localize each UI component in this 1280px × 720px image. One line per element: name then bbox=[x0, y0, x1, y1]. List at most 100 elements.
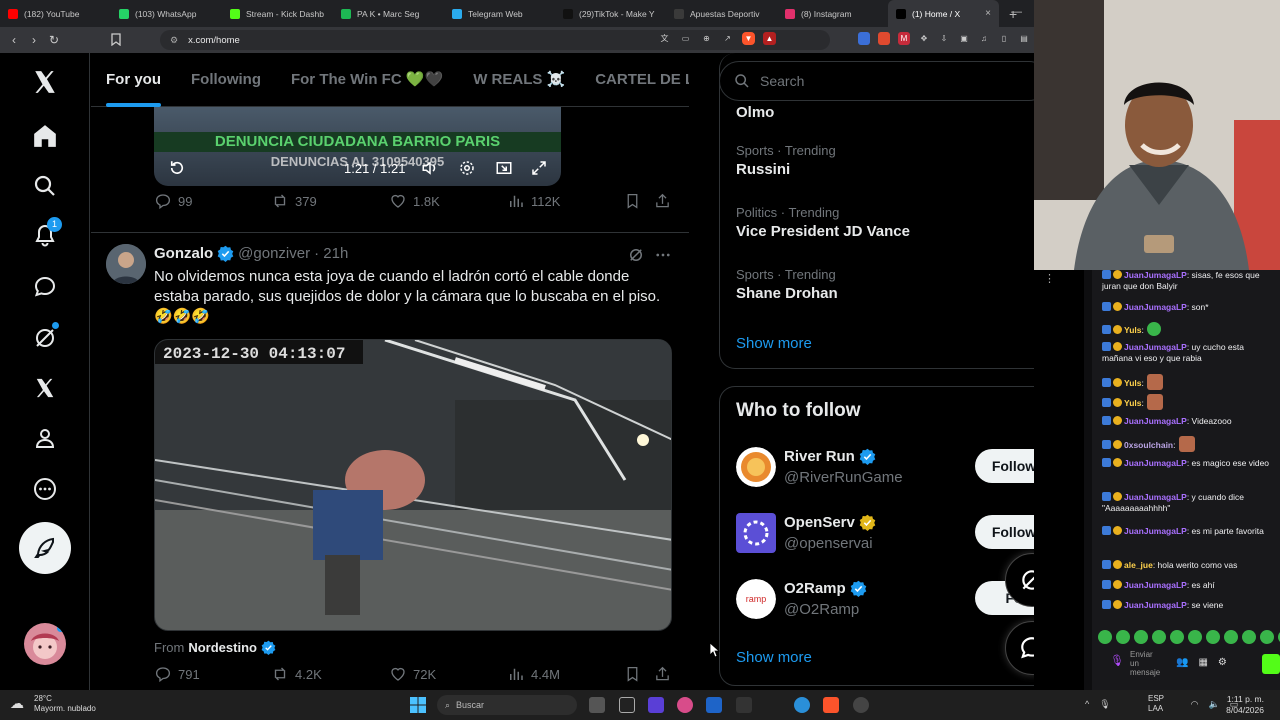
store-icon[interactable]: ▦ bbox=[1198, 657, 1207, 668]
chat-username[interactable]: 0xsoulchain bbox=[1124, 440, 1173, 450]
explore-search-icon[interactable] bbox=[30, 171, 60, 201]
extension-puzzle-icon[interactable]: ✥ bbox=[918, 32, 930, 45]
forward-icon[interactable]: › bbox=[24, 33, 44, 47]
views-button[interactable]: 112K bbox=[507, 192, 560, 210]
replay-icon[interactable] bbox=[168, 156, 186, 180]
browser-tab[interactable]: PA K • Marc Seg bbox=[333, 0, 444, 27]
follow-button[interactable]: Follow bbox=[975, 449, 1034, 483]
views-button[interactable]: 4.4M bbox=[507, 665, 560, 683]
browser-tab[interactable]: (103) WhatsApp bbox=[111, 0, 222, 27]
browser-tab[interactable]: Stream - Kick Dashb bbox=[222, 0, 333, 27]
download-icon[interactable]: ⇩ bbox=[938, 32, 950, 45]
repost-button[interactable]: 4.2K bbox=[271, 665, 322, 683]
emote-icon[interactable] bbox=[1098, 630, 1112, 644]
extension-m-icon[interactable]: M bbox=[898, 32, 910, 45]
chat-username[interactable]: ale_jue bbox=[1124, 560, 1153, 570]
bookmark-icon[interactable] bbox=[110, 33, 122, 46]
extension-blue-icon[interactable] bbox=[858, 32, 870, 45]
repost-button[interactable]: 379 bbox=[271, 192, 317, 210]
emote-icon[interactable] bbox=[1170, 630, 1184, 644]
bookmark-button[interactable] bbox=[624, 192, 641, 210]
emote-icon[interactable] bbox=[1206, 630, 1220, 644]
share-button[interactable] bbox=[654, 665, 671, 683]
system-clock[interactable]: 1:11 p. m. 8/04/2026 bbox=[1226, 694, 1264, 716]
chat-username[interactable]: JuanJumagaLP bbox=[1124, 342, 1187, 352]
feed-tab[interactable]: Following bbox=[176, 53, 276, 107]
chat-more-icon[interactable]: ⋮ bbox=[1044, 274, 1055, 285]
picture-in-picture-icon[interactable] bbox=[495, 156, 513, 180]
account-avatar[interactable]: ramp bbox=[736, 579, 776, 619]
premium-x-icon[interactable] bbox=[30, 373, 60, 403]
chat-username[interactable]: JuanJumagaLP bbox=[1124, 600, 1187, 610]
chat-scrollbar[interactable] bbox=[1084, 270, 1092, 690]
emote-icon[interactable] bbox=[1116, 630, 1130, 644]
browser-tab[interactable]: (1) Home / X × bbox=[888, 0, 999, 27]
emote-icon[interactable] bbox=[1134, 630, 1148, 644]
edge-icon[interactable] bbox=[794, 697, 810, 713]
volume-icon[interactable] bbox=[421, 156, 439, 180]
emote-icon[interactable] bbox=[1152, 630, 1166, 644]
emote-icon[interactable] bbox=[1224, 630, 1238, 644]
minimize-window-icon[interactable]: — bbox=[1011, 6, 1022, 18]
grok-explain-icon[interactable] bbox=[627, 246, 645, 264]
store-app-icon[interactable] bbox=[706, 697, 722, 713]
trend-item[interactable]: Sports · Trending Shane Drohan bbox=[736, 267, 838, 302]
chat-send-button[interactable] bbox=[1262, 654, 1280, 674]
wallet-icon[interactable]: ▤ bbox=[1018, 32, 1030, 45]
feed-tab[interactable]: W REALS ☠️ bbox=[458, 53, 580, 107]
volume-icon[interactable]: 🔈 bbox=[1209, 699, 1220, 710]
extension-red-icon[interactable] bbox=[878, 32, 890, 45]
task-view-icon[interactable] bbox=[589, 697, 605, 713]
emote-icon[interactable] bbox=[1260, 630, 1274, 644]
chat-username[interactable]: JuanJumagaLP bbox=[1124, 492, 1187, 502]
site-info-icon[interactable]: ⚙ bbox=[170, 35, 178, 46]
chevron-up-icon[interactable]: ^ bbox=[1085, 699, 1089, 710]
notifications-bell-icon[interactable]: 1 bbox=[30, 217, 62, 251]
chat-username[interactable]: Yuls bbox=[1124, 398, 1141, 408]
emote-icon[interactable] bbox=[1188, 630, 1202, 644]
suggested-account[interactable]: River Run @RiverRunGame Follow bbox=[736, 447, 1034, 491]
cast-icon[interactable]: ▭ bbox=[679, 32, 692, 45]
rewards-icon[interactable]: ▲ bbox=[763, 32, 776, 45]
chat-username[interactable]: Yuls bbox=[1124, 325, 1141, 335]
like-button[interactable]: 1.8K bbox=[389, 192, 440, 210]
fullscreen-icon[interactable] bbox=[530, 156, 548, 180]
chat-username[interactable]: Yuls bbox=[1124, 378, 1141, 388]
post-more-icon[interactable] bbox=[654, 246, 672, 264]
mic-icon[interactable]: 🎙 bbox=[1110, 656, 1124, 667]
weather-widget[interactable]: ☁ 28°C Mayorm. nublado bbox=[10, 694, 96, 714]
sidebar-icon[interactable]: ▯ bbox=[998, 32, 1010, 45]
suggested-account[interactable]: ramp O2Ramp @O2Ramp Fo bbox=[736, 579, 1034, 623]
bookmark-button[interactable] bbox=[624, 665, 641, 683]
chat-settings-icon[interactable]: ⚙ bbox=[1218, 657, 1227, 668]
more-options-icon[interactable] bbox=[30, 474, 60, 504]
emote-icon[interactable] bbox=[1242, 630, 1256, 644]
follow-button[interactable]: Follow bbox=[975, 515, 1034, 549]
reply-button[interactable]: 791 bbox=[154, 665, 200, 683]
chat-username[interactable]: JuanJumagaLP bbox=[1124, 416, 1187, 426]
browser-tab[interactable]: (8) Instagram bbox=[777, 0, 888, 27]
who-to-follow-show-more-link[interactable]: Show more bbox=[736, 649, 812, 666]
grok-icon[interactable] bbox=[30, 322, 60, 353]
media-icon[interactable]: ♫ bbox=[978, 32, 990, 45]
post-time[interactable]: · 21h bbox=[314, 245, 348, 262]
share-button[interactable] bbox=[654, 192, 671, 210]
suggested-account[interactable]: OpenServ @openservai Follow bbox=[736, 513, 1034, 557]
share-icon[interactable]: ↗ bbox=[721, 32, 734, 45]
capcut-icon[interactable] bbox=[619, 697, 635, 713]
feed-tab[interactable]: CARTEL DE LO bbox=[580, 53, 689, 107]
trend-item[interactable]: Politics · Trending Vice President JD Va… bbox=[736, 205, 910, 240]
chat-username[interactable]: JuanJumagaLP bbox=[1124, 580, 1187, 590]
users-icon[interactable]: 👥 bbox=[1176, 657, 1188, 668]
feed-tab[interactable]: For The Win FC 💚🖤 bbox=[276, 53, 458, 107]
reply-button[interactable]: 99 bbox=[154, 192, 192, 210]
zoom-icon[interactable]: ⊕ bbox=[700, 32, 713, 45]
video-player[interactable]: DENUNCIA CIUDADANA BARRIO PARIS DENUNCIA… bbox=[154, 107, 561, 186]
back-icon[interactable]: ‹ bbox=[4, 33, 24, 47]
feed-tab[interactable]: For you bbox=[91, 53, 176, 107]
browser-tab[interactable]: Telegram Web bbox=[444, 0, 555, 27]
trends-show-more-link[interactable]: Show more bbox=[736, 335, 812, 352]
chat-username[interactable]: JuanJumagaLP bbox=[1124, 270, 1187, 280]
chat-message-input[interactable]: 🎙 Enviar un mensaje bbox=[1100, 650, 1180, 679]
chat-username[interactable]: JuanJumagaLP bbox=[1124, 302, 1187, 312]
